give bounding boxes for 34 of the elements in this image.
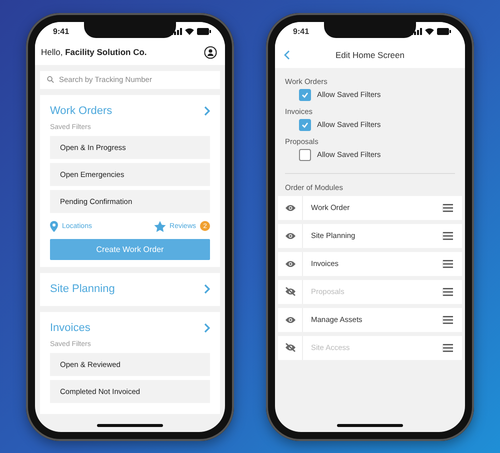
checkbox[interactable] [299,118,311,130]
eye-icon[interactable] [284,204,296,212]
eye-icon[interactable] [284,316,296,324]
drag-handle-icon[interactable] [442,316,453,324]
location-pin-icon [50,220,58,232]
drag-handle-icon[interactable] [442,260,453,268]
star-icon [154,220,166,232]
profile-icon[interactable] [204,46,217,58]
chevron-right-icon[interactable] [204,284,210,294]
wifi-icon [185,28,194,35]
status-time: 9:41 [53,27,70,36]
drag-handle-icon[interactable] [442,204,453,212]
chevron-right-icon[interactable] [204,106,210,116]
eye-slash-icon[interactable] [284,343,296,352]
chevron-right-icon[interactable] [204,322,210,332]
checkmark-icon [301,120,309,128]
checkbox[interactable] [299,148,311,160]
eye-icon[interactable] [284,232,296,240]
home-indicator [97,424,163,426]
eye-slash-icon[interactable] [284,287,296,296]
greeting: Hello, Facility Solution Co. [41,47,147,57]
checkmark-icon [301,90,309,98]
wifi-icon [425,28,434,35]
drag-handle-icon[interactable] [442,288,453,296]
eye-icon[interactable] [284,260,296,268]
screen-title: Edit Home Screen [334,50,406,60]
drag-handle-icon[interactable] [442,344,453,352]
status-time: 9:41 [293,27,310,36]
battery-icon [197,28,211,35]
battery-icon [437,28,451,35]
back-icon[interactable] [284,50,290,60]
home-indicator [337,424,403,426]
checkbox[interactable] [299,88,311,100]
drag-handle-icon[interactable] [442,232,453,240]
